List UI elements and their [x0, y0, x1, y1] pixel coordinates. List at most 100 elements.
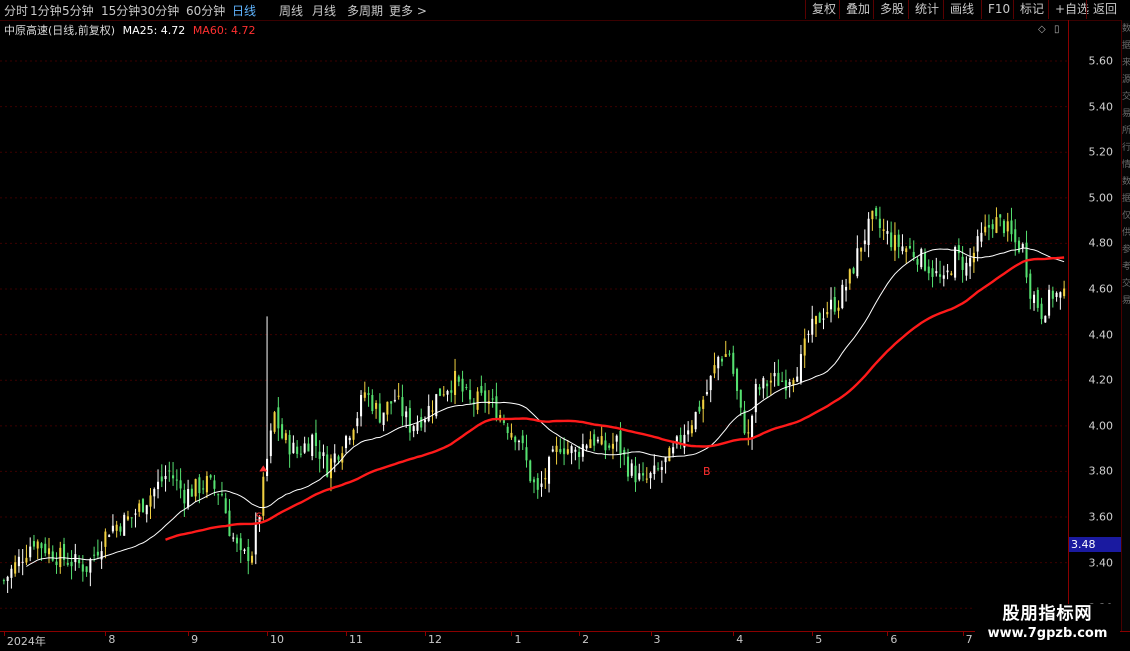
candle-body-3	[14, 562, 17, 574]
candle-body-121	[457, 376, 460, 382]
candle-body-17	[66, 562, 69, 565]
candle-body-248	[935, 271, 938, 274]
candle-body-65	[247, 547, 250, 561]
candle-body-70	[266, 458, 269, 476]
candle-body-109	[412, 426, 415, 432]
candle-body-158	[596, 439, 599, 442]
candle-body-194	[732, 352, 735, 374]
candle-body-118	[446, 390, 449, 395]
candle-body-273	[1029, 273, 1032, 299]
candle-body-107	[405, 411, 408, 418]
candle-body-218	[822, 318, 825, 320]
candle-body-120	[454, 370, 457, 395]
candle-body-215	[811, 318, 814, 335]
candle-body-8	[32, 541, 35, 547]
signal-b-3: B	[703, 465, 711, 478]
candle-body-224	[845, 286, 848, 291]
candle-body-151	[570, 446, 573, 454]
candle-body-34	[130, 517, 133, 519]
candle-body-237	[893, 235, 896, 251]
candle-body-188	[709, 375, 712, 391]
candle-body-231	[871, 210, 874, 220]
candle-body-24	[93, 554, 96, 556]
candle-body-222	[837, 307, 840, 311]
candle-body-136	[514, 436, 517, 443]
candle-body-249	[939, 274, 942, 277]
candle-body-105	[397, 395, 400, 397]
candle-body-265	[999, 214, 1002, 218]
candle-body-187	[705, 392, 708, 395]
candle-body-170	[641, 473, 645, 476]
candle-body-96	[363, 392, 366, 398]
candle-body-243	[916, 259, 919, 265]
candle-body-76	[288, 434, 291, 455]
candle-body-160	[604, 440, 607, 451]
candle-body-154	[581, 444, 584, 457]
candle-body-62	[235, 537, 239, 544]
candle-body-176	[664, 457, 667, 463]
candle-body-238	[897, 234, 900, 247]
candle-body-85	[322, 452, 325, 456]
candle-body-240	[905, 248, 908, 253]
candle-body-123	[465, 387, 468, 389]
candle-body-130	[491, 398, 494, 400]
candle-body-229	[863, 240, 866, 245]
candle-body-159	[600, 436, 603, 445]
candle-body-114	[431, 410, 434, 412]
candle-body-100	[378, 403, 381, 423]
candle-body-196	[739, 389, 742, 408]
candle-body-81	[307, 443, 310, 452]
candle-body-167	[630, 463, 633, 476]
candle-body-277	[1044, 315, 1047, 323]
candle-body-13	[51, 551, 54, 561]
candle-body-230	[867, 218, 870, 245]
candle-body-257	[969, 257, 972, 267]
candle-body-216	[814, 316, 818, 325]
candle-body-45	[172, 475, 175, 479]
candle-body-150	[566, 449, 569, 454]
candle-body-200	[754, 383, 757, 413]
candle-body-195	[735, 368, 739, 391]
candle-body-208	[784, 380, 787, 391]
candle-body-246	[927, 266, 930, 274]
candle-body-46	[175, 479, 178, 481]
candle-body-138	[521, 435, 524, 444]
candle-body-23	[89, 558, 92, 573]
candle-body-93	[352, 429, 355, 440]
candle-body-18	[70, 561, 73, 567]
candle-body-99	[375, 402, 378, 409]
candle-body-184	[694, 411, 697, 430]
candle-body-72	[273, 412, 276, 432]
candle-body-214	[807, 333, 810, 335]
candle-body-282	[1063, 288, 1066, 297]
candle-body-1	[6, 576, 9, 581]
candle-body-259	[976, 236, 979, 252]
candle-body-37	[141, 499, 145, 513]
candle-body-57	[217, 494, 220, 496]
candle-body-247	[931, 268, 934, 277]
candle-body-201	[758, 387, 761, 390]
candle-body-92	[348, 437, 351, 441]
candle-body-225	[848, 269, 851, 284]
candle-body-10	[40, 543, 43, 549]
candle-body-43	[164, 476, 167, 480]
candle-body-39	[149, 495, 152, 507]
candle-body-33	[126, 516, 129, 520]
candle-body-50	[190, 488, 193, 497]
candle-body-29	[111, 525, 114, 532]
candle-body-4	[17, 556, 20, 567]
candle-body-206	[777, 372, 780, 386]
candle-body-67	[254, 523, 257, 555]
candle-body-173	[653, 465, 656, 475]
candle-body-145	[548, 457, 551, 484]
candle-body-164	[619, 430, 622, 455]
candle-body-102	[386, 401, 389, 415]
candle-body-256	[965, 262, 968, 276]
watermark-title: 股朋指标网	[1002, 604, 1093, 624]
candle-body-28	[108, 535, 111, 537]
candle-body-103	[390, 401, 393, 404]
candle-body-281	[1059, 292, 1062, 298]
candle-body-52	[198, 477, 201, 494]
candle-body-141	[532, 479, 536, 483]
candle-body-25	[96, 551, 99, 556]
